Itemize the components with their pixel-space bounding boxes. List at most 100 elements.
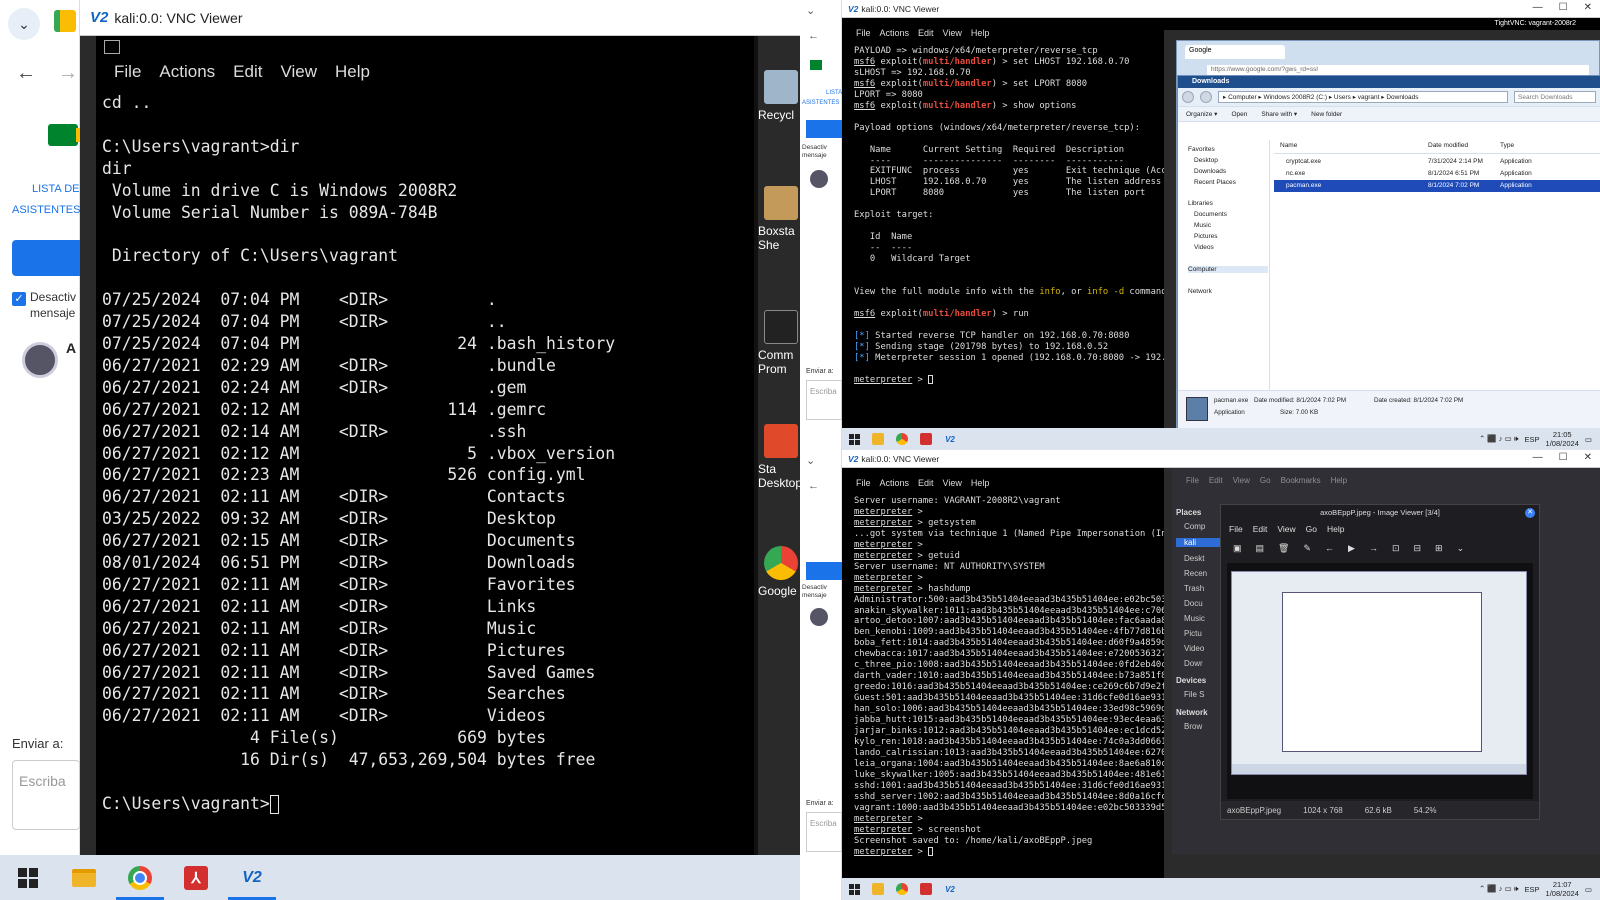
chrome-window[interactable]: Google https://www.google.com/?gws_rd=ss…: [1176, 40, 1600, 430]
taskbar-acrobat[interactable]: ⅄: [168, 855, 224, 900]
start-desktop-icon[interactable]: Sta Desktop: [758, 424, 800, 490]
taskbar-chrome[interactable]: [112, 855, 168, 900]
place-music[interactable]: Music: [1184, 614, 1205, 623]
back-arrow-icon[interactable]: ←: [16, 62, 36, 85]
language-indicator[interactable]: ESP: [1525, 885, 1540, 894]
terminal-window[interactable]: File Actions Edit View Help Server usern…: [842, 468, 1164, 878]
checkbox-label[interactable]: Desactiv: [802, 144, 827, 151]
primary-button[interactable]: [806, 120, 842, 138]
minimize-icon[interactable]: —: [1533, 452, 1543, 463]
taskbar-explorer[interactable]: [866, 878, 890, 900]
play-icon[interactable]: ▶: [1348, 543, 1355, 554]
menu-edit[interactable]: Edit: [918, 28, 934, 38]
minimize-icon[interactable]: —: [1533, 2, 1543, 13]
checkbox-checked-icon[interactable]: ✓: [12, 292, 26, 306]
back-icon[interactable]: [1182, 91, 1194, 103]
nav-computer[interactable]: Computer: [1188, 266, 1268, 273]
iv-menu-edit[interactable]: Edit: [1253, 524, 1268, 534]
menu-help[interactable]: Help: [971, 478, 990, 488]
menu-file[interactable]: File: [114, 62, 141, 82]
remote-desktop[interactable]: File Actions Edit View Help PAYLOAD => w…: [842, 18, 1600, 430]
taskbar-vnc[interactable]: V2: [938, 878, 962, 900]
place-desktop[interactable]: Deskt: [1184, 554, 1204, 563]
taskbar-chrome[interactable]: [890, 878, 914, 900]
fm-menu-help[interactable]: Help: [1331, 476, 1347, 485]
terminal-tab-icon[interactable]: [104, 40, 120, 54]
place-pictures[interactable]: Pictu: [1184, 629, 1202, 638]
command-prompt-icon[interactable]: Comm Prom: [758, 310, 800, 376]
recycle-bin-icon[interactable]: Recycl: [758, 70, 800, 122]
boxstarter-icon[interactable]: Boxsta She: [758, 186, 800, 252]
new-folder-button[interactable]: New folder: [1311, 111, 1342, 118]
menu-chevron-icon[interactable]: ⌄: [1457, 543, 1465, 554]
zoom-in-icon[interactable]: ⊞: [1435, 543, 1443, 554]
save-icon[interactable]: ▣: [1233, 543, 1242, 554]
message-input[interactable]: Escriba: [12, 760, 80, 830]
place-computer[interactable]: Comp: [1184, 522, 1205, 531]
col-name[interactable]: Name: [1280, 142, 1297, 149]
fm-menu-bookmarks[interactable]: Bookmarks: [1281, 476, 1321, 485]
menu-edit[interactable]: Edit: [233, 62, 262, 82]
fm-menu-edit[interactable]: Edit: [1209, 476, 1223, 485]
terminal-prompt[interactable]: C:\Users\vagrant>: [102, 793, 615, 815]
iv-menu-help[interactable]: Help: [1327, 524, 1344, 534]
menu-actions[interactable]: Actions: [880, 478, 910, 488]
chevron-down-icon[interactable]: ⌄: [806, 454, 815, 467]
organize-button[interactable]: Organize ▾: [1186, 110, 1217, 118]
zoom-out-icon[interactable]: ⊟: [1413, 543, 1421, 554]
iv-menu-file[interactable]: File: [1229, 524, 1243, 534]
nav-music[interactable]: Music: [1194, 222, 1211, 229]
taskbar-vnc[interactable]: V2: [224, 855, 280, 900]
previous-icon[interactable]: ←: [1325, 543, 1334, 553]
tray-icons[interactable]: ⌃ ⬛ ♪ ▭ 🕪: [1479, 434, 1519, 444]
close-icon[interactable]: ✕: [1525, 508, 1535, 518]
forward-arrow-icon[interactable]: →: [58, 62, 78, 85]
close-icon[interactable]: ✕: [1584, 2, 1592, 13]
fm-menu-go[interactable]: Go: [1260, 476, 1271, 485]
menu-view[interactable]: View: [943, 28, 962, 38]
place-recent[interactable]: Recen: [1184, 569, 1207, 578]
google-chrome-icon[interactable]: Google C: [758, 546, 800, 598]
iv-menu-go[interactable]: Go: [1306, 524, 1317, 534]
clock[interactable]: 21:07 1/08/2024: [1546, 880, 1579, 898]
taskbar-acrobat[interactable]: [914, 428, 938, 450]
explorer-window[interactable]: Downloads ▸ Computer ▸ Windows 2008R2 (C…: [1177, 75, 1600, 430]
clock[interactable]: 21:05 1/08/2024: [1546, 430, 1579, 448]
nav-network[interactable]: Network: [1188, 288, 1212, 295]
image-canvas[interactable]: [1227, 563, 1533, 799]
file-row[interactable]: cryptcat.exe 7/31/2024 2:14 PM Applicati…: [1274, 156, 1600, 168]
edit-icon[interactable]: ✎: [1303, 543, 1311, 554]
start-button[interactable]: [842, 428, 866, 450]
remote-desktop[interactable]: File Actions Edit View Help Server usern…: [842, 468, 1600, 878]
fm-menu-view[interactable]: View: [1233, 476, 1250, 485]
zoom-fit-icon[interactable]: ⊡: [1392, 543, 1400, 554]
message-input[interactable]: Escriba: [806, 812, 842, 852]
iv-menu-view[interactable]: View: [1277, 524, 1295, 534]
col-date[interactable]: Date modified: [1428, 142, 1468, 149]
browser-tab[interactable]: Google: [1185, 45, 1285, 59]
menu-actions[interactable]: Actions: [880, 28, 910, 38]
menu-file[interactable]: File: [856, 478, 871, 488]
fm-menu-file[interactable]: File: [1186, 476, 1199, 485]
taskbar-acrobat[interactable]: [914, 878, 938, 900]
taskbar-chrome[interactable]: [890, 428, 914, 450]
maximize-icon[interactable]: ☐: [1559, 2, 1568, 13]
nav-pictures[interactable]: Pictures: [1194, 233, 1217, 240]
nav-downloads[interactable]: Downloads: [1194, 168, 1226, 175]
start-button[interactable]: [842, 878, 866, 900]
nav-videos[interactable]: Videos: [1194, 244, 1214, 251]
notifications-icon[interactable]: ▭: [1585, 435, 1592, 444]
taskbar-vnc[interactable]: V2: [938, 428, 962, 450]
delete-icon[interactable]: 🗑: [1278, 543, 1289, 554]
save-as-icon[interactable]: ▤: [1256, 543, 1265, 554]
place-documents[interactable]: Docu: [1184, 599, 1203, 608]
language-indicator[interactable]: ESP: [1525, 435, 1540, 444]
taskbar-explorer[interactable]: [866, 428, 890, 450]
next-icon[interactable]: →: [1369, 543, 1378, 553]
checkbox-label[interactable]: Desactiv: [802, 584, 827, 591]
col-type[interactable]: Type: [1500, 142, 1514, 149]
place-videos[interactable]: Video: [1184, 644, 1204, 653]
chevron-down-icon[interactable]: ⌄: [806, 4, 815, 17]
taskbar-explorer[interactable]: [56, 855, 112, 900]
url-bar[interactable]: https://www.google.com/?gws_rd=ssl: [1207, 65, 1589, 75]
